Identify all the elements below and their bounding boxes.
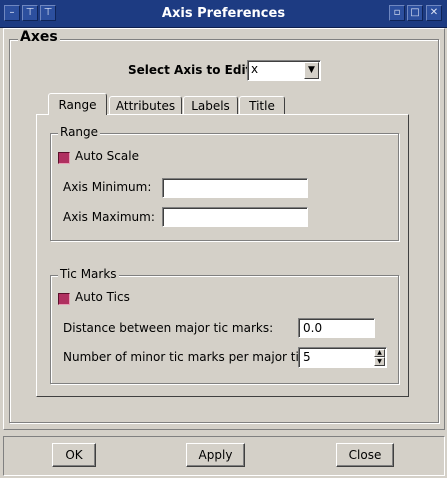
auto-tics-label: Auto Tics [75, 290, 130, 304]
apply-button[interactable]: Apply [186, 443, 245, 467]
range-group-legend: Range [58, 125, 101, 139]
tab-range[interactable]: Range [48, 93, 107, 115]
maximize-icon[interactable]: □ [407, 5, 423, 21]
close-button[interactable]: Close [336, 443, 394, 467]
title-bar[interactable]: – ⊤ ⊤ Axis Preferences ▫ □ ✕ [0, 0, 447, 28]
spinner-up-icon[interactable]: ▲ [374, 349, 385, 357]
chevron-down-icon[interactable]: ▼ [304, 62, 319, 79]
tab-labels[interactable]: Labels [183, 96, 238, 115]
axes-group-legend: Axes [18, 29, 60, 45]
major-tic-distance-input[interactable]: 0.0 [298, 318, 375, 338]
window-title: Axis Preferences [161, 6, 286, 21]
auto-scale-checkbox[interactable] [58, 152, 70, 164]
minor-tic-count-value: 5 [303, 350, 311, 364]
tab-attributes[interactable]: Attributes [109, 96, 182, 115]
auto-tics-checkbox[interactable] [58, 293, 70, 305]
axis-minimum-label: Axis Minimum: [63, 180, 152, 194]
axis-maximum-label: Axis Maximum: [63, 210, 155, 224]
spinner-down-icon[interactable]: ▼ [374, 357, 385, 366]
close-icon[interactable]: ✕ [426, 5, 442, 21]
ok-button[interactable]: OK [52, 443, 96, 467]
auto-scale-label: Auto Scale [75, 149, 139, 163]
axis-minimum-input[interactable] [162, 178, 308, 198]
minimize-icon[interactable]: ▫ [389, 5, 405, 21]
axis-maximum-input[interactable] [162, 207, 308, 227]
minor-tic-count-spinner[interactable]: 5 ▲ ▼ [298, 347, 387, 368]
axis-select-value: x [251, 62, 259, 76]
select-axis-label: Select Axis to Edit: [128, 63, 257, 77]
major-tic-distance-label: Distance between major tic marks: [63, 321, 274, 335]
minor-tic-count-label: Number of minor tic marks per major tic: [63, 350, 310, 364]
axis-select[interactable]: x ▼ [247, 60, 321, 81]
tab-title[interactable]: Title [239, 96, 285, 115]
tic-marks-group-legend: Tic Marks [58, 267, 119, 281]
